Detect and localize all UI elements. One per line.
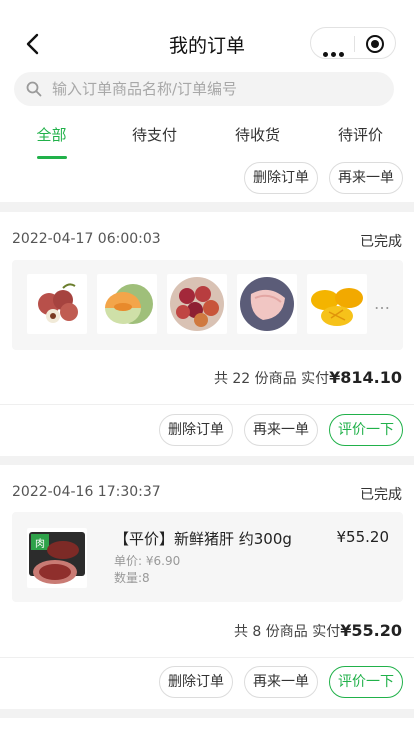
top-header: 我的订单 全部 待支付 待收货 待评价	[0, 0, 414, 160]
order-tabs: 全部 待支付 待收货 待评价	[0, 124, 414, 160]
mango-thumbnail	[307, 274, 367, 334]
order-date: 2022-04-17 06:00:03	[12, 231, 161, 247]
nav-bar: 我的订单	[0, 26, 414, 62]
cantaloupe-thumbnail	[97, 274, 157, 334]
item-name: 【平价】新鲜猪肝 约300g	[114, 530, 292, 548]
more-menu-icon[interactable]	[323, 42, 347, 61]
svg-text:肉: 肉	[35, 537, 45, 550]
plums-thumbnail	[167, 274, 227, 334]
tab-pending-review[interactable]: 待评价	[309, 124, 412, 145]
chicken-thumbnail	[237, 274, 297, 334]
more-goods-ellipsis: …	[374, 294, 391, 313]
capsule-divider	[354, 36, 355, 52]
search-input[interactable]	[52, 72, 382, 106]
review-button[interactable]: 评价一下	[329, 666, 403, 698]
total-price: ¥55.20	[340, 621, 402, 640]
order-status: 已完成	[360, 487, 402, 503]
goods-thumbnails[interactable]: …	[12, 260, 403, 350]
lychee-thumbnail	[27, 274, 87, 334]
order-summary: 共 22 份商品 实付¥814.10	[214, 368, 402, 388]
delete-order-button[interactable]: 删除订单	[244, 162, 318, 194]
delete-order-button[interactable]: 删除订单	[159, 666, 233, 698]
reorder-button[interactable]: 再来一单	[244, 666, 318, 698]
mini-program-capsule	[310, 27, 396, 59]
search-icon	[26, 81, 42, 97]
summary-text: 共 8 份商品 实付	[233, 624, 341, 640]
tab-all[interactable]: 全部	[0, 124, 103, 159]
order-card[interactable]: 2022-04-16 17:30:37 已完成 肉 【平价】新鲜猪肝 约300g…	[0, 465, 414, 709]
divider	[0, 404, 414, 405]
reorder-button[interactable]: 再来一单	[244, 414, 318, 446]
item-quantity: 数量:8	[114, 571, 150, 585]
divider	[0, 657, 414, 658]
order-status: 已完成	[360, 234, 402, 250]
close-target-icon[interactable]	[366, 35, 384, 53]
delete-order-button[interactable]: 删除订单	[159, 414, 233, 446]
summary-text: 共 22 份商品 实付	[213, 371, 330, 387]
review-button[interactable]: 评价一下	[329, 414, 403, 446]
order-date: 2022-04-16 17:30:37	[12, 484, 161, 500]
tab-pending-payment[interactable]: 待支付	[103, 124, 206, 145]
tab-pending-receipt[interactable]: 待收货	[206, 124, 309, 145]
total-price: ¥814.10	[329, 368, 402, 387]
next-order-card	[0, 718, 414, 736]
search-bar[interactable]	[14, 72, 394, 106]
order-summary: 共 8 份商品 实付¥55.20	[234, 621, 402, 641]
item-price: ¥55.20	[336, 528, 390, 546]
goods-item[interactable]: 肉 【平价】新鲜猪肝 约300g ¥55.20 单价: ¥6.90 数量:8	[12, 512, 403, 602]
previous-order-footer: 删除订单 再来一单	[0, 160, 414, 202]
unit-price: 单价: ¥6.90	[114, 554, 181, 568]
order-card[interactable]: 2022-04-17 06:00:03 已完成 … 共 22 份商品 实付¥81…	[0, 212, 414, 456]
pork-liver-thumbnail: 肉	[27, 528, 87, 588]
reorder-button[interactable]: 再来一单	[329, 162, 403, 194]
